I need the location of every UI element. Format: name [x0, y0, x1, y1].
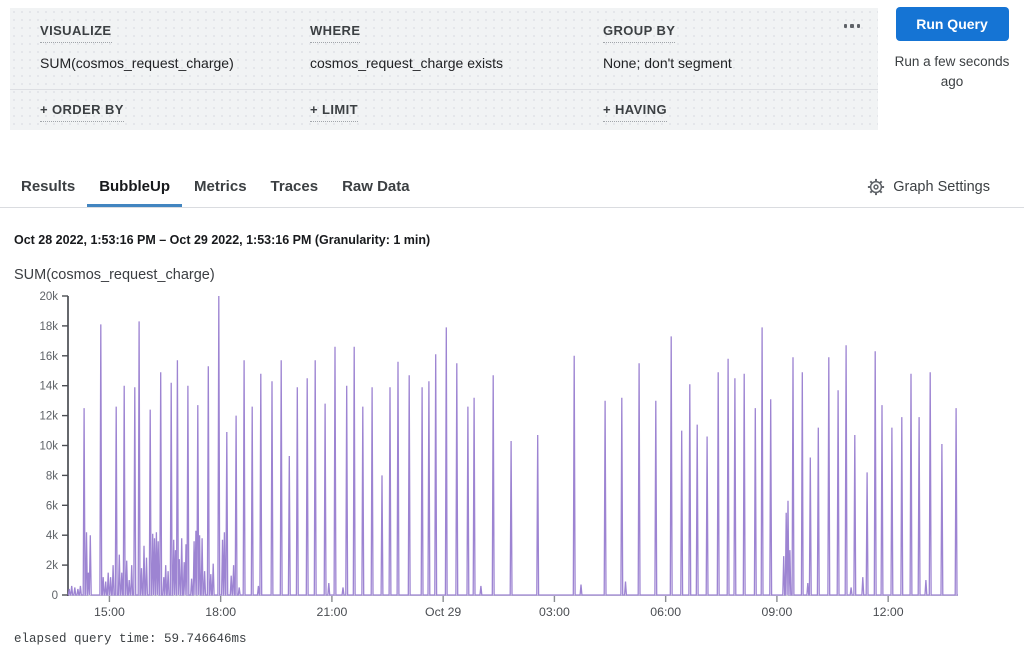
add-limit-button[interactable]: + LIMIT	[310, 102, 358, 122]
svg-text:03:00: 03:00	[539, 605, 570, 619]
results-tab-bar: Results BubbleUp Metrics Traces Raw Data	[0, 166, 1024, 208]
svg-text:14k: 14k	[39, 381, 58, 393]
svg-text:6k: 6k	[46, 500, 58, 512]
visualize-clause: VISUALIZE SUM(cosmos_request_charge)	[40, 22, 310, 89]
group-by-clause: GROUP BY None; don't segment	[603, 22, 858, 89]
svg-text:21:00: 21:00	[317, 605, 348, 619]
graph-settings-button[interactable]: Graph Settings	[867, 166, 990, 208]
timeseries-chart[interactable]: 0 2k 4k 6k 8k 10k 12k 14k 16k 18k 20k 15:00 18:00 21:…	[0, 288, 1010, 628]
svg-text:0: 0	[52, 590, 58, 602]
svg-text:12k: 12k	[39, 411, 58, 423]
elapsed-query-time: elapsed query time: 59.746646ms	[14, 632, 247, 646]
svg-text:09:00: 09:00	[762, 605, 793, 619]
svg-text:4k: 4k	[46, 530, 58, 542]
add-having-button[interactable]: + HAVING	[603, 102, 667, 122]
run-query-area: Run Query Run a few seconds ago	[890, 7, 1014, 91]
add-order-by-button[interactable]: + ORDER BY	[40, 102, 124, 122]
group-by-value[interactable]: None; don't segment	[603, 55, 858, 71]
svg-text:2k: 2k	[46, 560, 58, 572]
svg-text:16k: 16k	[39, 351, 58, 363]
graph-settings-label: Graph Settings	[893, 179, 990, 195]
svg-text:8k: 8k	[46, 470, 58, 482]
tab-metrics[interactable]: Metrics	[182, 166, 259, 207]
where-value[interactable]: cosmos_request_charge exists	[310, 55, 603, 71]
svg-text:Oct 29: Oct 29	[425, 605, 461, 619]
svg-text:15:00: 15:00	[94, 605, 125, 619]
time-range-text: Oct 28 2022, 1:53:16 PM – Oct 29 2022, 1…	[14, 233, 430, 247]
tab-traces[interactable]: Traces	[259, 166, 331, 207]
ellipsis-icon	[844, 24, 848, 28]
query-builder-panel: VISUALIZE SUM(cosmos_request_charge) WHE…	[10, 8, 878, 130]
visualize-value[interactable]: SUM(cosmos_request_charge)	[40, 55, 310, 71]
ellipsis-icon	[850, 24, 854, 28]
query-clauses-row: VISUALIZE SUM(cosmos_request_charge) WHE…	[10, 8, 878, 89]
tab-results[interactable]: Results	[9, 166, 87, 207]
group-by-label[interactable]: GROUP BY	[603, 23, 675, 43]
svg-text:12:00: 12:00	[873, 605, 904, 619]
ellipsis-icon	[857, 24, 861, 28]
svg-text:18k: 18k	[39, 321, 58, 333]
add-clauses-row: + ORDER BY + LIMIT + HAVING	[10, 89, 878, 130]
visualize-label[interactable]: VISUALIZE	[40, 23, 112, 43]
tab-bubbleup[interactable]: BubbleUp	[87, 166, 182, 207]
more-options-button[interactable]	[838, 16, 866, 36]
where-label[interactable]: WHERE	[310, 23, 360, 43]
svg-text:18:00: 18:00	[205, 605, 236, 619]
svg-text:10k: 10k	[39, 441, 58, 453]
run-query-button[interactable]: Run Query	[896, 7, 1009, 41]
chart-title: SUM(cosmos_request_charge)	[14, 267, 215, 283]
where-clause: WHERE cosmos_request_charge exists	[310, 22, 603, 89]
svg-text:20k: 20k	[39, 291, 58, 303]
run-status-text: Run a few seconds ago	[890, 52, 1014, 91]
gear-icon	[867, 178, 885, 196]
svg-text:06:00: 06:00	[650, 605, 681, 619]
tab-raw-data[interactable]: Raw Data	[330, 166, 422, 207]
